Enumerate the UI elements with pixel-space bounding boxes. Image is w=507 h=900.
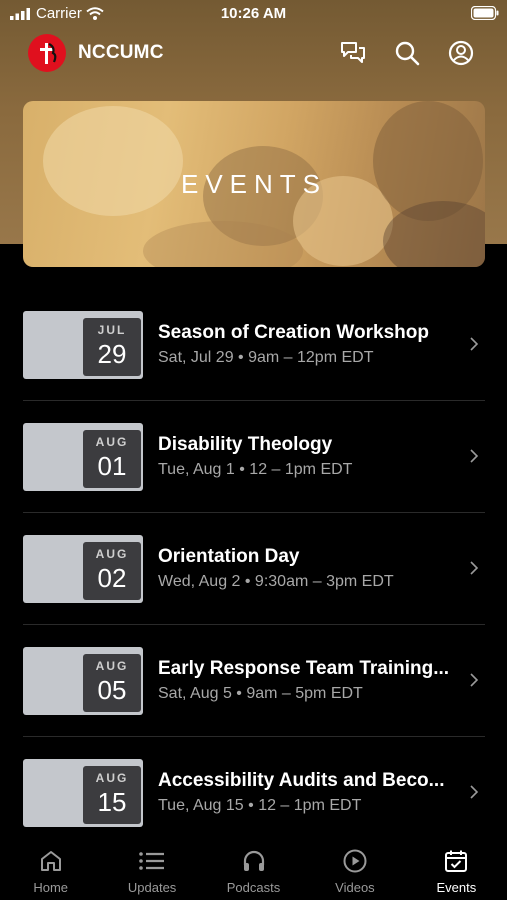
event-month: AUG — [95, 659, 129, 673]
chat-icon[interactable] — [338, 38, 368, 68]
events-list: JUL 29 Season of Creation Workshop Sat, … — [23, 289, 485, 848]
event-month: JUL — [97, 323, 127, 337]
event-datetime: Sat, Jul 29 • 9am – 12pm EDT — [158, 349, 374, 366]
event-datetime: Tue, Aug 1 • 12 – 1pm EDT — [158, 461, 353, 478]
event-datetime: Wed, Aug 2 • 9:30am – 3pm EDT — [158, 573, 394, 590]
event-datetime: Tue, Aug 15 • 12 – 1pm EDT — [158, 797, 362, 814]
event-title: Accessibility Audits and Beco... — [158, 770, 445, 791]
event-row[interactable]: AUG 01 Disability Theology Tue, Aug 1 • … — [23, 401, 485, 513]
chevron-right-icon — [470, 785, 479, 799]
tab-label: Home — [33, 880, 69, 895]
event-day: 01 — [97, 451, 127, 481]
tab-events[interactable]: Events — [406, 840, 507, 900]
date-badge: JUL 29 — [83, 318, 141, 376]
event-row[interactable]: AUG 02 Orientation Day Wed, Aug 2 • 9:30… — [23, 513, 485, 625]
event-date-card: AUG 01 — [23, 423, 143, 491]
date-badge: AUG 01 — [83, 430, 141, 488]
tab-podcasts[interactable]: Podcasts — [203, 840, 304, 900]
event-row[interactable]: AUG 15 Accessibility Audits and Beco... … — [23, 737, 485, 848]
app-title: NCCUMC — [78, 42, 164, 63]
play-icon — [343, 849, 367, 873]
tab-label: Events — [436, 880, 477, 895]
status-bar: Carrier 10:26 AM — [0, 0, 507, 30]
event-day: 29 — [97, 339, 127, 369]
search-icon[interactable] — [392, 38, 422, 68]
event-day: 05 — [97, 675, 127, 705]
event-month: AUG — [95, 547, 129, 561]
home-icon — [40, 851, 61, 871]
bottom-tab-bar: Home Updates Podcasts Videos Events — [0, 840, 507, 900]
event-date-card: AUG 02 — [23, 535, 143, 603]
date-badge: AUG 02 — [83, 542, 141, 600]
event-month: AUG — [95, 771, 129, 785]
chevron-right-icon — [470, 449, 479, 463]
events-hero-banner: EVENTS — [23, 101, 485, 267]
chevron-right-icon — [470, 561, 479, 575]
headphones-icon — [243, 850, 264, 871]
event-row[interactable]: AUG 05 Early Response Team Training... S… — [23, 625, 485, 737]
event-day: 15 — [97, 787, 127, 817]
tab-label: Podcasts — [226, 880, 281, 895]
account-icon[interactable] — [446, 38, 476, 68]
calendar-icon — [445, 850, 468, 872]
hero-title: EVENTS — [180, 169, 328, 199]
date-badge: AUG 05 — [83, 654, 141, 712]
event-title: Disability Theology — [158, 434, 333, 455]
tab-label: Updates — [127, 880, 177, 895]
event-date-card: AUG 15 — [23, 759, 143, 827]
event-title: Early Response Team Training... — [158, 658, 450, 679]
list-icon — [139, 852, 165, 870]
tab-updates[interactable]: Updates — [101, 840, 202, 900]
battery-icon — [470, 5, 499, 24]
event-row[interactable]: JUL 29 Season of Creation Workshop Sat, … — [23, 289, 485, 401]
chevron-right-icon — [470, 673, 479, 687]
tab-label: Videos — [335, 880, 375, 895]
logo-icon[interactable] — [28, 34, 66, 72]
event-date-card: AUG 05 — [23, 647, 143, 715]
event-title: Orientation Day — [158, 546, 300, 567]
status-time: 10:26 AM — [220, 5, 287, 22]
chevron-right-icon — [470, 337, 479, 351]
tab-videos[interactable]: Videos — [304, 840, 405, 900]
event-day: 02 — [97, 563, 127, 593]
date-badge: AUG 15 — [83, 766, 141, 824]
event-date-card: JUL 29 — [23, 311, 143, 379]
event-month: AUG — [95, 435, 129, 449]
tab-home[interactable]: Home — [0, 840, 101, 900]
event-title: Season of Creation Workshop — [158, 322, 429, 343]
app-header: NCCUMC — [0, 30, 507, 76]
event-datetime: Sat, Aug 5 • 9am – 5pm EDT — [158, 685, 363, 702]
